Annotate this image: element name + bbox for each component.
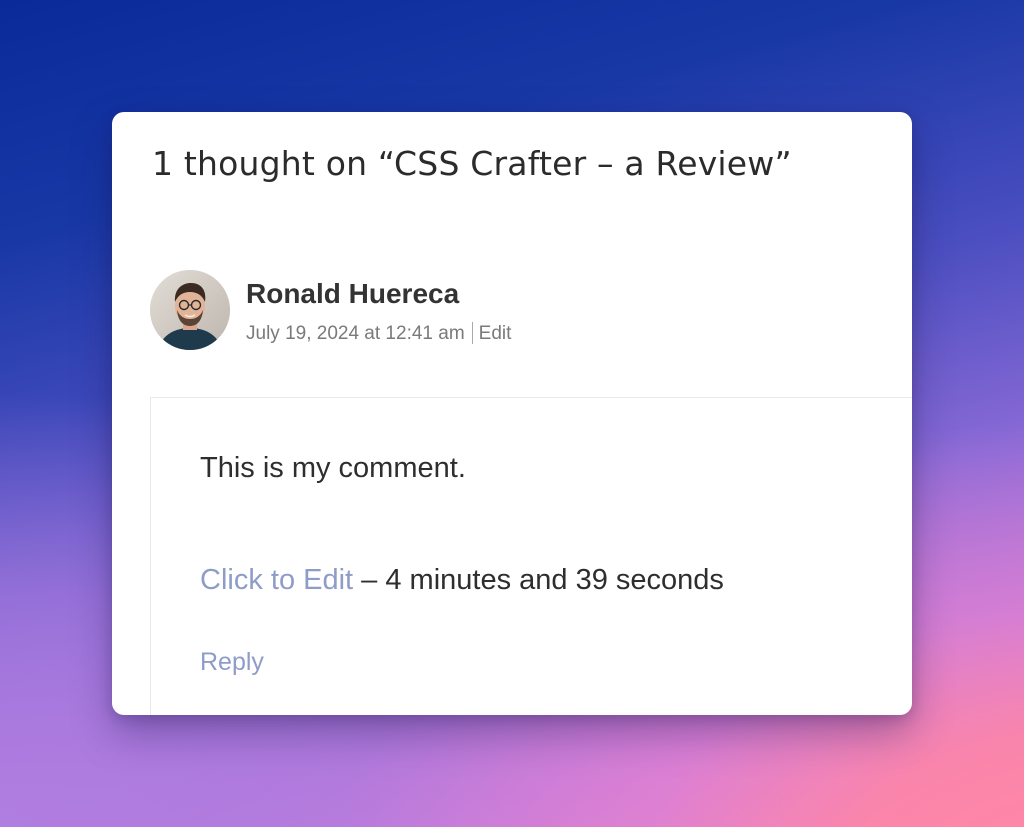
comment-text: This is my comment. — [200, 452, 466, 484]
avatar — [150, 270, 230, 350]
meta-divider — [471, 322, 473, 344]
author-name[interactable]: Ronald Huereca — [246, 278, 459, 310]
comment-metadata: July 19, 2024 at 12:41 am Edit — [246, 322, 511, 345]
reply-link[interactable]: Reply — [200, 648, 264, 677]
edit-link[interactable]: Edit — [479, 323, 512, 344]
click-to-edit-link[interactable]: Click to Edit — [200, 564, 353, 596]
comments-title: 1 thought on “CSS Crafter – a Review” — [152, 144, 792, 183]
user-avatar-icon — [150, 270, 230, 350]
edit-timer-line: Click to Edit – 4 minutes and 39 seconds — [200, 564, 724, 597]
comment-card: 1 thought on “CSS Crafter – a Review” Ro… — [112, 112, 912, 715]
comment-date-link[interactable]: July 19, 2024 at 12:41 am — [246, 323, 465, 344]
edit-timer-text: – 4 minutes and 39 seconds — [353, 564, 724, 596]
comment-meta: Ronald Huereca July 19, 2024 at 12:41 am… — [150, 270, 850, 354]
comment-content: This is my comment. Click to Edit – 4 mi… — [150, 397, 912, 715]
